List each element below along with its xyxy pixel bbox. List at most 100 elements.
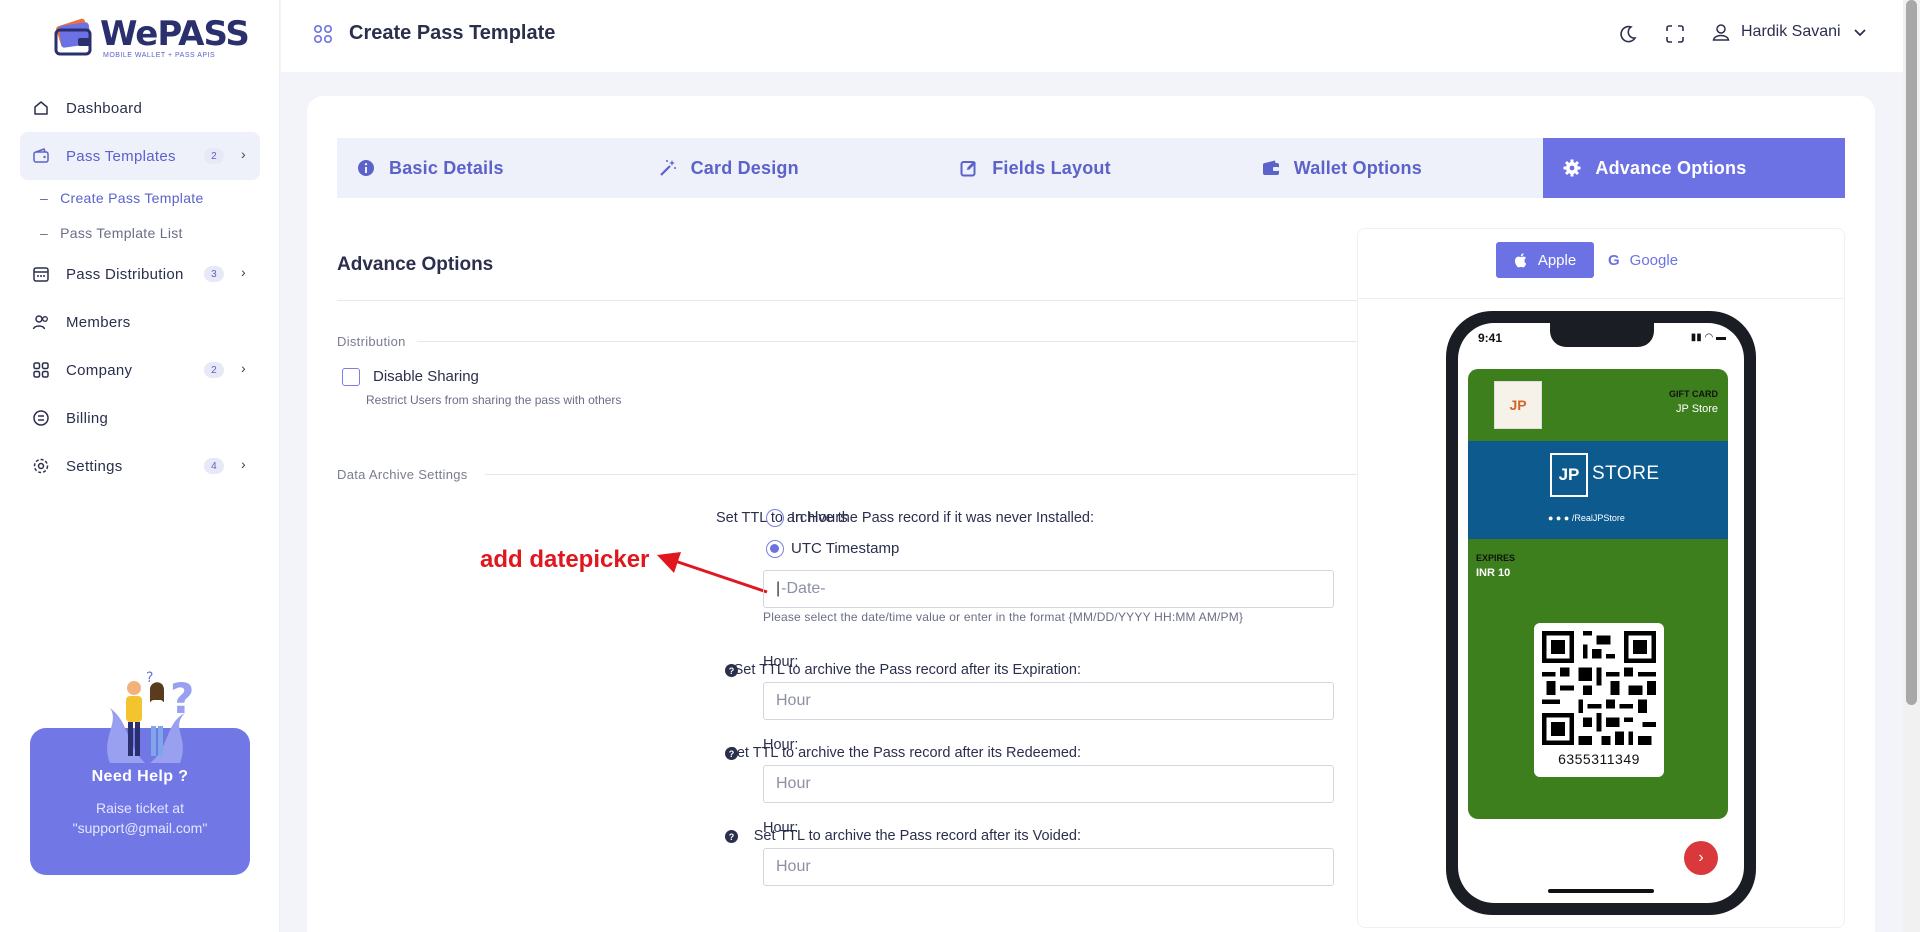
tab-fields-layout[interactable]: Fields Layout	[940, 138, 1242, 198]
sidebar-item-pass-distribution[interactable]: Pass Distribution 3 ›	[20, 250, 260, 298]
apple-preview-button[interactable]: Apple	[1496, 242, 1594, 278]
sidebar-subitem-create-pass-template[interactable]: – Create Pass Template	[20, 180, 260, 215]
chevron-down-icon	[1853, 29, 1866, 37]
divider	[485, 474, 1365, 475]
sidebar-item-company[interactable]: Company 2 ›	[20, 346, 260, 394]
pass-banner: JP STORE ● ● ● /RealJPStore	[1468, 441, 1728, 539]
redeemed-hour-input[interactable]: Hour	[763, 765, 1334, 803]
phone-screen: 9:41 ▮▮ ◠ ▬ JP GIFT CARD JP Store JP STO…	[1458, 323, 1744, 903]
sidebar-item-pass-templates[interactable]: Pass Templates 2 ›	[20, 132, 260, 180]
help-illustration: ? ?	[107, 670, 194, 763]
tab-basic-details[interactable]: Basic Details	[337, 138, 639, 198]
user-name: Hardik Savani	[1741, 23, 1841, 40]
user-icon	[1712, 24, 1730, 41]
dash-icon: –	[40, 224, 49, 241]
page-title: Create Pass Template	[349, 22, 556, 44]
sidebar-item-label: Settings	[66, 457, 123, 475]
sidebar-subitem-pass-template-list[interactable]: – Pass Template List	[20, 215, 260, 250]
tab-label: Advance Options	[1595, 157, 1747, 178]
radio-utc-timestamp-label[interactable]: UTC Timestamp	[791, 540, 899, 557]
barcode-box: 6355311349	[1534, 623, 1664, 777]
chevron-right-icon: ›	[241, 264, 246, 280]
divider	[337, 300, 1365, 301]
radio-in-hours[interactable]	[766, 509, 784, 527]
banner-store: STORE	[1592, 463, 1660, 484]
svg-text:?: ?	[170, 674, 194, 723]
logo[interactable]: WePASS MOBILE WALLET + PASS APIS	[52, 12, 250, 60]
home-indicator	[1548, 889, 1654, 893]
dark-mode-icon[interactable]	[1618, 24, 1638, 49]
user-menu[interactable]: Hardik Savani	[1711, 22, 1867, 42]
sidebar-item-members[interactable]: Members	[20, 298, 260, 346]
sidebar-subitem-label: Create Pass Template	[60, 189, 204, 206]
sidebar-item-label: Company	[66, 361, 133, 379]
grid-icon	[32, 361, 50, 379]
users-icon	[32, 313, 50, 331]
logo-wordmark: WePASS	[100, 14, 250, 54]
google-preview-button[interactable]: G Google	[1608, 242, 1678, 278]
gear-icon	[32, 457, 50, 475]
annotation-arrow-icon	[657, 552, 768, 594]
main-card: Basic Details Card Design Fields Layout …	[307, 96, 1875, 932]
date-input[interactable]: | -Date-	[763, 570, 1334, 608]
info-icon	[357, 159, 375, 177]
dash-icon: –	[40, 189, 49, 206]
apps-grid-icon[interactable]	[313, 24, 333, 49]
apple-icon	[1514, 253, 1527, 268]
page-scrollbar[interactable]	[1903, 0, 1920, 932]
hour-label: Hour:	[763, 737, 799, 753]
chevron-right-icon: ›	[241, 146, 246, 162]
expiration-hour-input[interactable]: Hour	[763, 682, 1334, 720]
disable-sharing-label[interactable]: Disable Sharing	[373, 368, 479, 385]
store-logo: JP	[1494, 381, 1542, 429]
logo-tagline: MOBILE WALLET + PASS APIS	[103, 52, 216, 59]
tab-label: Basic Details	[389, 157, 504, 178]
tab-label: Card Design	[690, 157, 799, 178]
next-pass-button[interactable]: ›	[1684, 841, 1718, 875]
sidebar-item-billing[interactable]: Billing	[20, 394, 260, 442]
input-placeholder: Hour	[776, 858, 811, 875]
wallet-logo-icon	[54, 18, 92, 56]
help-text: Raise ticket at "support@gmail.com"	[72, 800, 208, 836]
fullscreen-icon[interactable]	[1665, 24, 1685, 49]
wallet-pass: JP GIFT CARD JP Store JP STORE ● ● ● /Re…	[1468, 369, 1728, 819]
google-icon: G	[1608, 251, 1620, 269]
svg-text:?: ?	[146, 670, 153, 686]
tab-wallet-options[interactable]: Wallet Options	[1242, 138, 1544, 198]
sidebar-item-label: Dashboard	[66, 99, 143, 117]
scrollbar-thumb[interactable]	[1906, 0, 1917, 705]
signal-battery-icon: ▮▮ ◠ ▬	[1690, 332, 1726, 343]
pass-preview-panel: Apple G Google 9:41 ▮▮ ◠ ▬ JP GIFT CARD …	[1357, 228, 1845, 928]
help-icon[interactable]: ?	[725, 664, 738, 677]
barcode-number: 6355311349	[1558, 751, 1640, 767]
phone-notch	[1550, 323, 1654, 347]
voided-hour-input[interactable]: Hour	[763, 848, 1334, 886]
count-badge: 4	[204, 458, 224, 474]
expires-value: INR 10	[1476, 567, 1511, 579]
store-name: JP Store	[1676, 403, 1718, 415]
help-icon[interactable]: ?	[725, 747, 738, 760]
sidebar-item-dashboard[interactable]: Dashboard	[20, 84, 260, 132]
distribution-group-label: Distribution	[337, 334, 406, 349]
home-icon	[32, 99, 50, 117]
help-icon[interactable]: ?	[725, 830, 738, 843]
sidebar-item-settings[interactable]: Settings 4 ›	[20, 442, 260, 490]
ttl-voided-label: Set TTL to archive the Pass record after…	[754, 828, 1081, 844]
wizard-tabs: Basic Details Card Design Fields Layout …	[337, 138, 1845, 198]
tab-advance-options[interactable]: Advance Options	[1543, 138, 1845, 198]
tab-card-design[interactable]: Card Design	[639, 138, 941, 198]
magic-wand-icon	[659, 159, 677, 177]
qr-code-icon	[1542, 631, 1656, 745]
social-icons: ● ● ●	[1548, 513, 1572, 523]
count-badge: 2	[204, 148, 224, 164]
status-time: 9:41	[1478, 331, 1503, 345]
disable-sharing-checkbox[interactable]	[342, 368, 360, 386]
date-hint: Please select the date/time value or ent…	[763, 610, 1244, 624]
help-card: ? ? Need Help ? Raise ticket at "support…	[30, 670, 250, 875]
radio-in-hours-label[interactable]: In Hours	[791, 509, 848, 526]
expires-label: EXPIRES	[1476, 553, 1516, 563]
disable-sharing-hint: Restrict Users from sharing the pass wit…	[366, 393, 622, 407]
edit-icon	[960, 159, 978, 177]
annotation-text: add datepicker	[480, 546, 650, 573]
sidebar-subitem-label: Pass Template List	[60, 224, 183, 241]
